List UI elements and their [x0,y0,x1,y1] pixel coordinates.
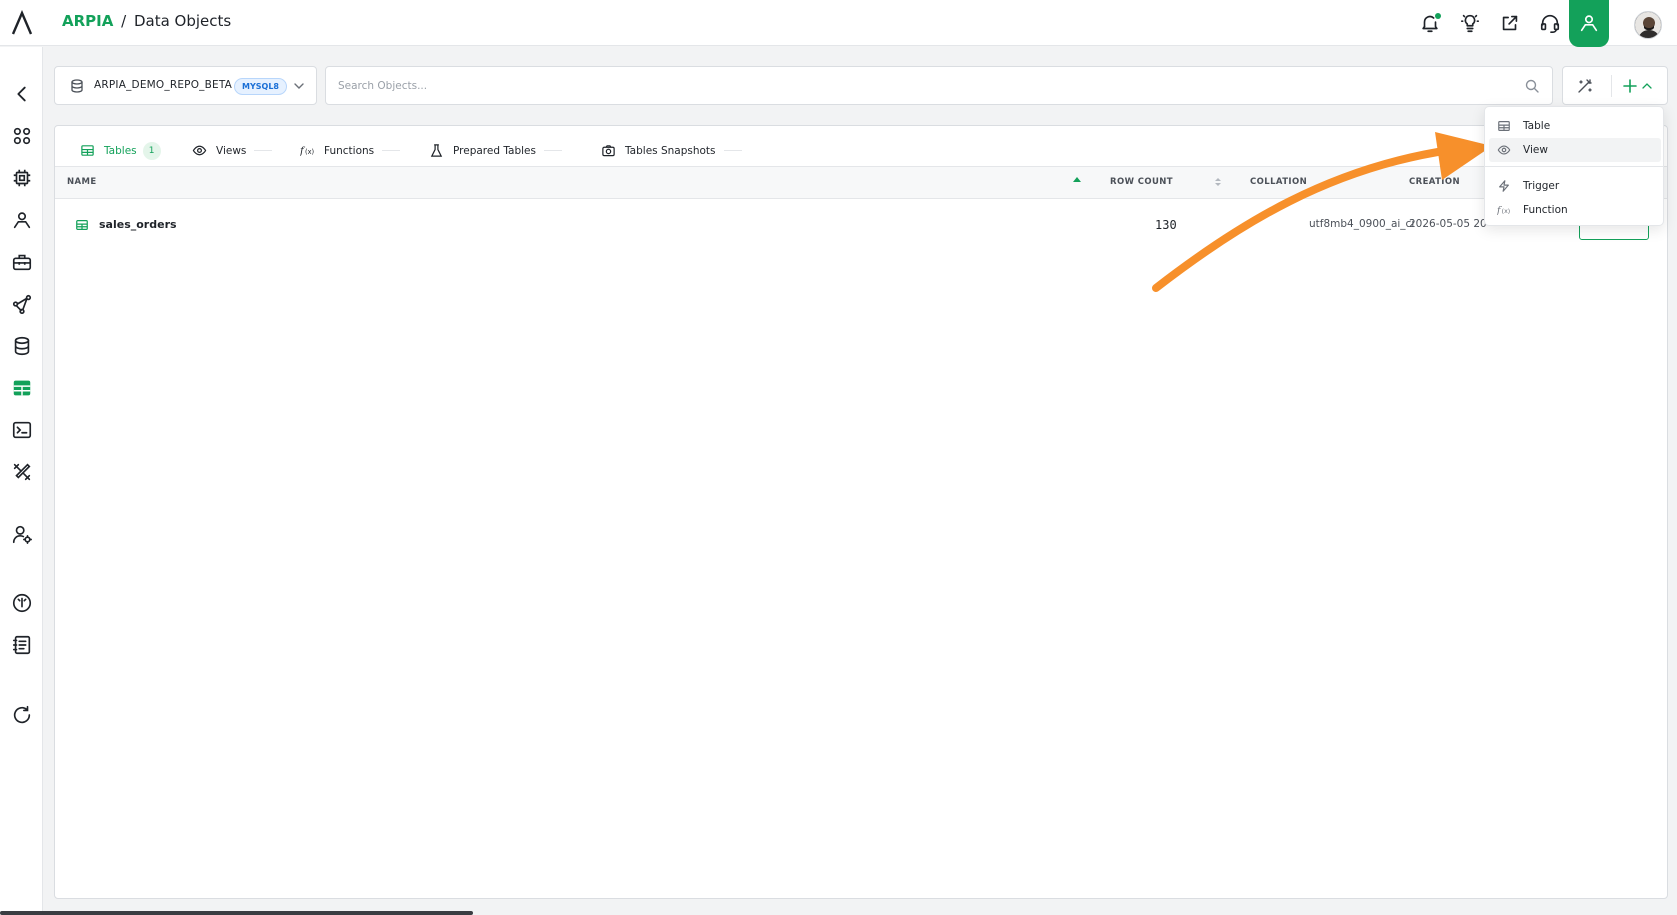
menu-item-label: Table [1523,120,1551,132]
menu-item-label: View [1523,144,1548,156]
chip-icon[interactable] [11,167,33,189]
table-icon [76,220,88,230]
collation-value: utf8mb4_0900_ai_ci [1309,218,1415,230]
avatar[interactable] [1634,11,1662,39]
toolbox-icon[interactable] [11,251,33,273]
column-header-row-count[interactable]: ROW COUNT [1110,177,1173,187]
divider [1611,75,1612,97]
table-row[interactable]: sales_orders 130 utf8mb4_0900_ai_ci 2026… [55,200,1667,250]
menu-item-function[interactable]: f (x) Function [1489,198,1661,222]
user-network-icon[interactable] [11,209,33,231]
pipeline-icon[interactable] [11,293,33,315]
column-header-name[interactable]: NAME [67,177,97,187]
svg-text:(x): (x) [1502,208,1511,215]
sidebar [0,47,43,915]
row-count-value: 130 [1155,218,1177,232]
menu-item-label: Trigger [1523,180,1560,192]
user-settings-icon[interactable] [11,523,33,545]
create-object-dropdown: Table View Trigger f (x) Function [1484,106,1664,226]
column-header-collation[interactable]: COLLATION [1250,177,1307,187]
top-bar: ARPIA / Data Objects [0,0,1677,47]
sort-icon[interactable] [1213,176,1223,188]
breadcrumb-brand[interactable]: ARPIA [62,12,113,30]
tab-label: Tables Snapshots [625,144,716,157]
menu-item-trigger[interactable]: Trigger [1489,174,1661,198]
breadcrumb: ARPIA / Data Objects [62,12,231,30]
repository-name: ARPIA_DEMO_REPO_BETA [94,79,233,91]
headset-icon[interactable] [1539,12,1561,34]
actions-group [1562,66,1668,105]
dashboard-gauge-icon[interactable] [11,592,33,614]
menu-item-table[interactable]: Table [1489,114,1661,138]
breadcrumb-separator: / [121,12,127,30]
database-icon[interactable] [11,335,33,357]
chevron-down-icon [294,83,304,89]
user-network-icon [1580,15,1598,32]
function-icon: f (x) [300,146,315,157]
function-icon: f (x) [1497,205,1511,216]
tab-tables[interactable]: Tables 1 [63,134,175,168]
tab-label: Functions [324,144,375,157]
table-icon [1498,121,1510,131]
eye-icon [1497,145,1511,155]
back-chevron-icon[interactable] [11,83,33,105]
workspace-user-button[interactable] [1569,0,1609,47]
tab-views[interactable]: Views [192,134,273,167]
engine-badge: MYSQL8 [234,78,287,95]
menu-item-label: Function [1523,204,1568,216]
search-icon[interactable] [1524,78,1540,94]
notifications-bell-icon[interactable] [1419,12,1441,34]
tab-functions[interactable]: f (x) Functions [300,134,401,167]
arpia-logo[interactable] [9,10,35,36]
table-name[interactable]: sales_orders [99,218,177,231]
tools-icon[interactable] [11,461,33,483]
objects-panel: Tables 1 Views f (x) Functions Prepared T… [54,125,1668,899]
sort-ascending-icon[interactable] [1073,177,1081,182]
tab-label: Prepared Tables [453,144,536,157]
lightbulb-icon[interactable] [1459,12,1481,34]
tab-tables-snapshots[interactable]: Tables Snapshots [601,134,742,167]
database-icon [71,79,83,93]
svg-text:(x): (x) [305,148,315,156]
creation-value: 2026-05-05 20 [1409,218,1487,230]
eye-icon [192,145,207,156]
search-bar [325,66,1553,105]
table-header: NAME ROW COUNT COLLATION CREATION [55,166,1667,199]
share-icon[interactable] [1499,12,1521,34]
repository-selector[interactable]: ARPIA_DEMO_REPO_BETA MYSQL8 [54,66,317,105]
tab-label: Tables [104,144,137,157]
terminal-icon[interactable] [11,419,33,441]
add-object-button[interactable] [1620,77,1660,95]
divider [1485,166,1663,167]
camera-icon [602,145,615,157]
tab-label: Views [216,144,247,157]
flask-icon [430,144,443,157]
notebook-icon[interactable] [11,634,33,656]
horizontal-scrollbar[interactable] [0,911,473,915]
search-input[interactable] [338,77,1498,95]
page-title: Data Objects [133,12,232,30]
lightning-icon [1499,180,1509,192]
magic-wand-icon[interactable] [1576,77,1594,95]
notification-dot [1435,13,1441,19]
tab-prepared-tables[interactable]: Prepared Tables [429,134,562,167]
data-objects-table-icon[interactable] [11,377,33,399]
tab-count-badge: 1 [142,141,161,160]
menu-item-view[interactable]: View [1489,138,1661,162]
table-icon [81,145,94,156]
refresh-icon[interactable] [11,704,33,726]
apps-grid-icon[interactable] [11,125,33,147]
column-header-creation[interactable]: CREATION [1409,177,1460,187]
